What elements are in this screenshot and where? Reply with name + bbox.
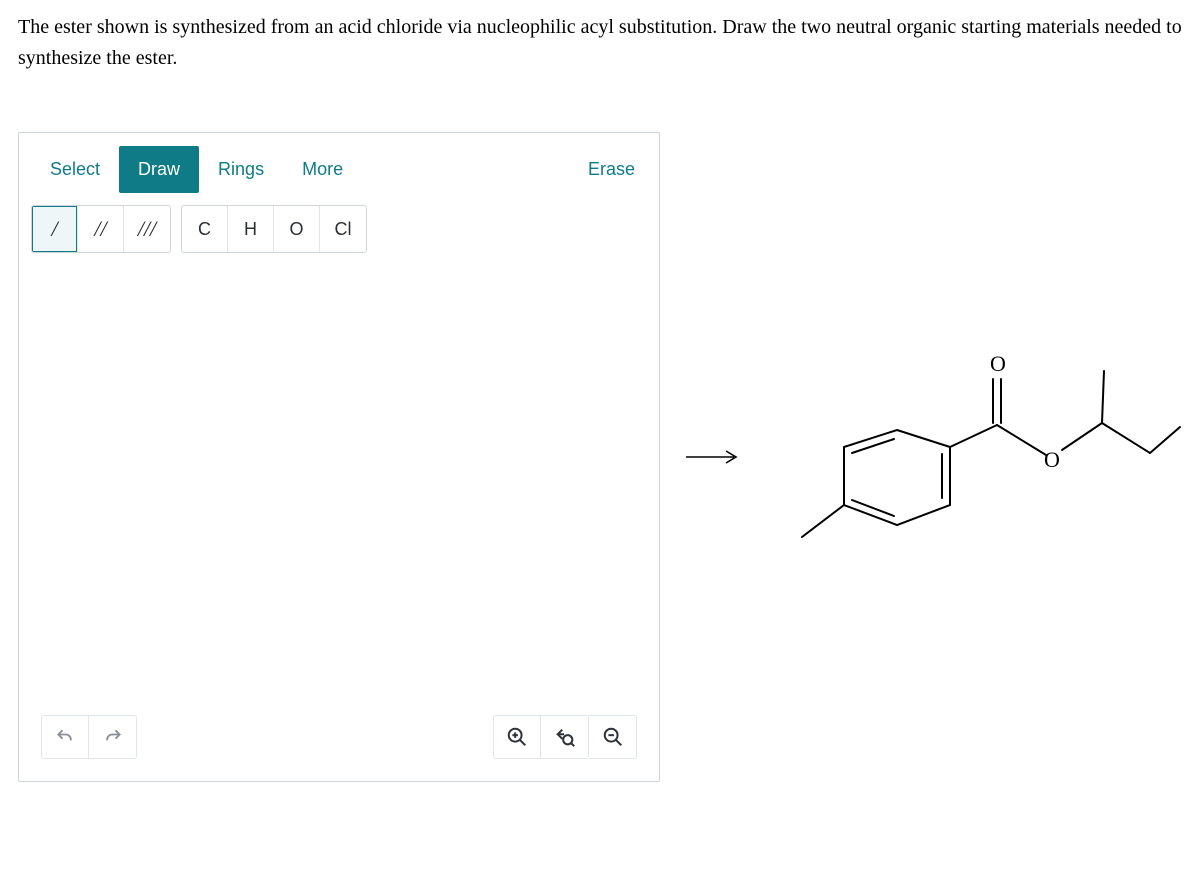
element-h-button[interactable]: H	[228, 206, 274, 252]
draw-tools: / // /// C H O Cl	[31, 205, 659, 253]
zoom-in-button[interactable]	[493, 715, 541, 759]
zoom-in-icon	[506, 726, 528, 748]
triple-bond-button[interactable]: ///	[124, 206, 170, 252]
tab-draw[interactable]: Draw	[119, 146, 199, 193]
mode-tabs: Select Draw Rings More Erase	[31, 145, 659, 193]
history-group	[41, 715, 137, 759]
single-bond-button[interactable]: /	[32, 206, 78, 252]
product-structure: O O	[762, 327, 1182, 587]
oxygen-label: O	[990, 351, 1006, 376]
undo-button[interactable]	[41, 715, 89, 759]
element-group: C H O Cl	[181, 205, 367, 253]
redo-icon	[103, 727, 123, 747]
element-c-button[interactable]: C	[182, 206, 228, 252]
drawing-canvas[interactable]	[31, 261, 647, 769]
reset-zoom-button[interactable]	[541, 715, 589, 759]
question-prompt: The ester shown is synthesized from an a…	[18, 12, 1182, 74]
tab-select[interactable]: Select	[31, 146, 119, 193]
zoom-out-icon	[602, 726, 624, 748]
erase-button[interactable]: Erase	[574, 149, 649, 190]
tab-rings[interactable]: Rings	[199, 146, 283, 193]
element-o-button[interactable]: O	[274, 206, 320, 252]
bottom-toolbar	[41, 715, 637, 759]
oxygen-label: O	[1044, 447, 1060, 472]
redo-button[interactable]	[89, 715, 137, 759]
element-cl-button[interactable]: Cl	[320, 206, 366, 252]
workspace: Select Draw Rings More Erase / // /// C …	[18, 132, 1182, 782]
reaction-arrow-icon	[684, 448, 744, 466]
drawing-editor: Select Draw Rings More Erase / // /// C …	[18, 132, 660, 782]
tab-more[interactable]: More	[283, 146, 362, 193]
undo-icon	[55, 727, 75, 747]
zoom-group	[493, 715, 637, 759]
reset-zoom-icon	[554, 726, 576, 748]
double-bond-button[interactable]: //	[78, 206, 124, 252]
zoom-out-button[interactable]	[589, 715, 637, 759]
product-area: O O	[684, 327, 1182, 587]
bond-group: / // ///	[31, 205, 171, 253]
